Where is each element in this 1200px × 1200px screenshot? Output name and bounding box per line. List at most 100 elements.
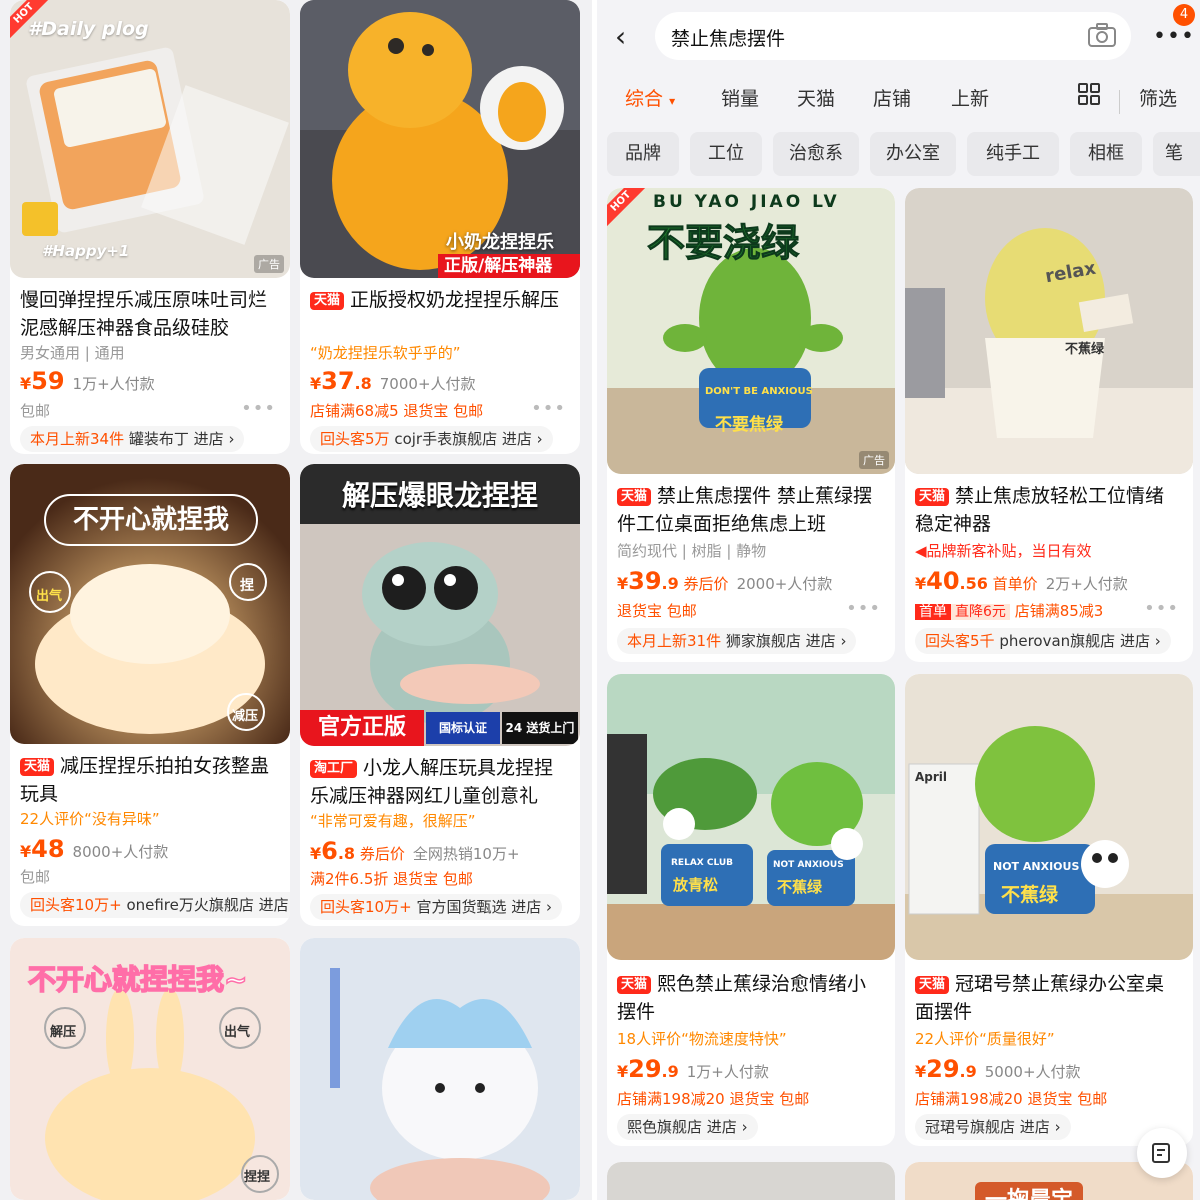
filter-button[interactable]: 筛选 — [1139, 84, 1177, 111]
shop-name: cojr手表旗舰店 进店 — [394, 430, 532, 448]
sales-count: 1万+人付款 — [72, 375, 155, 393]
product-image[interactable] — [607, 1162, 895, 1200]
price-row: ¥6.8 券后价 全网热销10万+ — [310, 840, 570, 865]
chevron-left-icon[interactable]: ‹ — [615, 20, 626, 53]
product-image[interactable] — [300, 938, 580, 1200]
grid-view-icon[interactable] — [1077, 82, 1101, 111]
chip-brand[interactable]: 品牌 — [607, 132, 679, 176]
product-card[interactable]: relax 不蕉绿 天猫 禁止焦虑放轻松工位情绪稳定神器 ◀品牌新客补贴，当日有效… — [905, 188, 1193, 662]
bubble-label: 捏 — [240, 578, 254, 594]
review-snippet: “非常可爱有趣，很解压” — [310, 812, 476, 830]
product-card[interactable]: April NOT ANXIOUS 不蕉绿 天猫 冠珺号禁止蕉绿办公室桌面摆件 2… — [905, 674, 1193, 1146]
camera-icon[interactable] — [1087, 22, 1117, 52]
product-title[interactable]: 淘工厂 小龙人解压玩具龙捏捏乐减压神器网红儿童创意礼 — [310, 754, 570, 810]
search-input[interactable]: 禁止焦虑摆件 — [655, 12, 1131, 60]
product-card[interactable]: 小奶龙捏捏乐 正版/解压神器 天猫 正版授权奶龙捏捏乐解压 “奶龙捏捏乐软乎乎的”… — [300, 0, 580, 454]
product-image[interactable]: RELAX CLUB 放青松 NOT ANXIOUS 不蕉绿 — [607, 674, 895, 960]
tab-label: 综合 — [625, 88, 664, 110]
more-options-icon[interactable]: ••• — [1144, 598, 1179, 619]
price-note: 券后价 — [359, 845, 405, 863]
product-card[interactable]: 不开心就捏我 出气 捏 减压 天猫 减压捏捏乐拍拍女孩整蛊玩具 22人评价“没有异… — [10, 464, 290, 926]
product-card[interactable]: 解压爆眼龙捏捏 官方正版 国标认证 24 送货上门 淘工厂 小龙人解压玩具龙捏捏乐… — [300, 464, 580, 926]
product-title[interactable]: 天猫 熙色禁止蕉绿治愈情绪小摆件 — [617, 970, 885, 1026]
promo-text: 店铺满85减3 — [1014, 602, 1104, 620]
pot-label-en: RELAX CLUB — [671, 858, 734, 868]
chip-office[interactable]: 办公室 — [870, 132, 956, 176]
product-image[interactable]: April NOT ANXIOUS 不蕉绿 — [905, 674, 1193, 960]
tab-comprehensive[interactable]: 综合 ▾ — [625, 84, 675, 111]
product-title-text: 禁止焦虑放轻松工位情绪稳定神器 — [915, 485, 1165, 535]
bubble-label: 出气 — [36, 589, 63, 604]
shop-link[interactable]: 回头客10万+ onefire万火旗舰店 进店 › — [20, 892, 290, 918]
product-image[interactable]: HOT BU YAO JIAO LV 不要浇绿 DON'T BE ANXIOUS… — [607, 188, 895, 474]
product-title[interactable]: 天猫 冠珺号禁止蕉绿办公室桌面摆件 — [915, 970, 1183, 1026]
product-title[interactable]: 天猫 禁止焦虑摆件 禁止蕉绿摆件工位桌面拒绝焦虑上班 — [617, 482, 885, 538]
shop-link[interactable]: 熙色旗舰店 进店 › — [617, 1114, 758, 1140]
certification-badge: 国标认证 — [426, 712, 500, 744]
tab-sales[interactable]: 销量 — [721, 84, 759, 111]
more-options-icon[interactable]: ••• — [846, 598, 881, 619]
shop-link[interactable]: 冠珺号旗舰店 进店 › — [915, 1114, 1071, 1140]
shop-link[interactable]: 回头客5万 cojr手表旗舰店 进店 › — [310, 426, 553, 452]
more-dots-icon[interactable]: ••• — [1153, 24, 1195, 49]
shop-link[interactable]: 回头客10万+ 官方国货甄选 进店 › — [310, 894, 562, 920]
more-options-icon[interactable]: ••• — [531, 398, 566, 419]
product-card[interactable]: HOT BU YAO JIAO LV 不要浇绿 DON'T BE ANXIOUS… — [607, 188, 895, 662]
product-image[interactable]: HOT #Daily plog #Happy+1 广告 — [10, 0, 290, 278]
chip-pen[interactable]: 笔 — [1153, 132, 1200, 176]
chip-frame[interactable]: 相框 — [1070, 132, 1142, 176]
product-card[interactable] — [607, 1162, 895, 1200]
tab-shop[interactable]: 店铺 — [873, 84, 911, 111]
image-caption: 不开心就捏我 — [44, 494, 258, 546]
image-caption: 不开心就捏捏我~ — [27, 962, 248, 997]
promo-row: 首单 直降6元 店铺满85减3 — [915, 600, 1183, 623]
product-title[interactable]: 天猫 正版授权奶龙捏捏乐解压 — [310, 286, 570, 314]
product-title[interactable]: 天猫 减压捏捏乐拍拍女孩整蛊玩具 — [20, 752, 280, 808]
product-title[interactable]: 天猫 禁止焦虑放轻松工位情绪稳定神器 — [915, 482, 1183, 538]
promo-row: 满2件6.5折 退货宝 包邮 — [310, 870, 473, 888]
tab-divider — [1119, 90, 1120, 114]
product-attributes: 简约现代 | 树脂 | 静物 — [617, 542, 767, 560]
pot-label-en: NOT ANXIOUS — [773, 860, 844, 870]
product-image[interactable]: 解压爆眼龙捏捏 官方正版 国标认证 24 送货上门 — [300, 464, 580, 746]
image-caption: BU YAO JIAO LV — [653, 192, 840, 212]
pot-label-cn: 不蕉绿 — [777, 878, 823, 896]
tab-tmall[interactable]: 天猫 — [797, 84, 835, 111]
shop-link[interactable]: 本月上新34件 罐装布丁 进店 › — [20, 426, 245, 452]
image-caption: 一掬晨宝 — [975, 1182, 1084, 1200]
image-headline: 不要浇绿 — [646, 221, 800, 266]
search-query: 禁止焦虑摆件 — [671, 28, 786, 50]
product-image[interactable]: 不开心就捏捏我~ 解压 出气 捏捏 — [10, 938, 290, 1200]
shop-link[interactable]: 本月上新31件 狮家旗舰店 进店 › — [617, 628, 857, 654]
chevron-right-icon: › — [1054, 1118, 1061, 1136]
sales-count: 8000+人付款 — [72, 843, 169, 861]
chip-healing[interactable]: 治愈系 — [773, 132, 859, 176]
more-options-icon[interactable]: ••• — [241, 398, 276, 419]
shop-link[interactable]: 回头客5千 pherovan旗舰店 进店 › — [915, 628, 1171, 654]
image-caption: 小奶龙捏捏乐 — [446, 232, 554, 253]
product-image[interactable]: 不开心就捏我 出气 捏 减压 — [10, 464, 290, 744]
sales-count: 1万+人付款 — [686, 1063, 769, 1081]
search-results-panel[interactable]: ‹ 禁止焦虑摆件 ••• 4 综合 ▾ 销量 天猫 店铺 上新 筛选 品牌 工位… — [597, 0, 1200, 1200]
product-card[interactable]: RELAX CLUB 放青松 NOT ANXIOUS 不蕉绿 天猫 熙色禁止蕉绿治… — [607, 674, 895, 1146]
pot-label-en: DON'T BE ANXIOUS — [705, 386, 813, 397]
shop-highlight: 回头客10万+ — [30, 896, 122, 914]
factory-tag: 淘工厂 — [310, 760, 358, 778]
product-card[interactable]: HOT #Daily plog #Happy+1 广告 慢回弹捏捏乐减压原味吐司… — [10, 0, 290, 454]
chip-workstation[interactable]: 工位 — [690, 132, 762, 176]
shop-name: onefire万火旗舰店 进店 — [126, 896, 289, 914]
left-product-feed[interactable]: HOT #Daily plog #Happy+1 广告 慢回弹捏捏乐减压原味吐司… — [0, 0, 592, 1200]
chip-handmade[interactable]: 纯手工 — [967, 132, 1059, 176]
product-image[interactable]: 小奶龙捏捏乐 正版/解压神器 — [300, 0, 580, 278]
product-title[interactable]: 慢回弹捏捏乐减压原味吐司烂泥感解压神器食品级硅胶 — [20, 286, 280, 342]
bubble-label: 减压 — [232, 709, 259, 724]
price-decimal: .9 — [661, 574, 679, 593]
product-card[interactable] — [300, 938, 580, 1200]
tab-new[interactable]: 上新 — [951, 84, 989, 111]
feedback-edit-icon[interactable] — [1137, 1128, 1187, 1178]
bubble-label: 解压 — [50, 1025, 77, 1040]
bubble-label: 捏捏 — [244, 1170, 271, 1185]
promo-notice: ◀品牌新客补贴，当日有效 — [915, 540, 1183, 562]
product-card[interactable]: 不开心就捏捏我~ 解压 出气 捏捏 — [10, 938, 290, 1200]
product-image[interactable]: relax 不蕉绿 — [905, 188, 1193, 474]
